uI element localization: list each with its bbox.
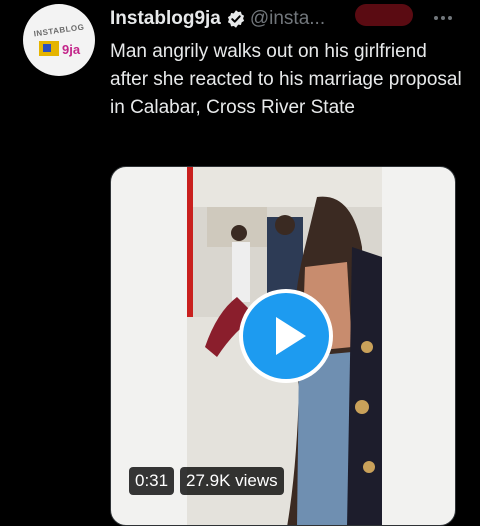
tweet-text: Man angrily walks out on his girlfriend … xyxy=(110,41,462,118)
user-handle[interactable]: @insta... xyxy=(250,8,325,30)
avatar-logo-mark: 9ja xyxy=(39,41,81,57)
video-player[interactable]: 0:31 27.9K views xyxy=(110,166,456,526)
verified-badge-icon xyxy=(227,10,244,28)
avatar[interactable]: INSTABLOG 9ja xyxy=(23,4,95,76)
more-options-icon[interactable] xyxy=(430,6,456,30)
redacted-overlay xyxy=(355,4,413,26)
display-name[interactable]: Instablog9ja xyxy=(110,8,221,30)
avatar-logo-text: INSTABLOG xyxy=(33,22,85,39)
play-icon[interactable] xyxy=(239,289,333,383)
svg-text:9ja: 9ja xyxy=(62,42,81,57)
video-duration: 0:31 xyxy=(129,467,175,495)
tweet-header: Instablog9ja @insta... xyxy=(110,6,325,32)
video-view-count: 27.9K views xyxy=(180,467,284,495)
